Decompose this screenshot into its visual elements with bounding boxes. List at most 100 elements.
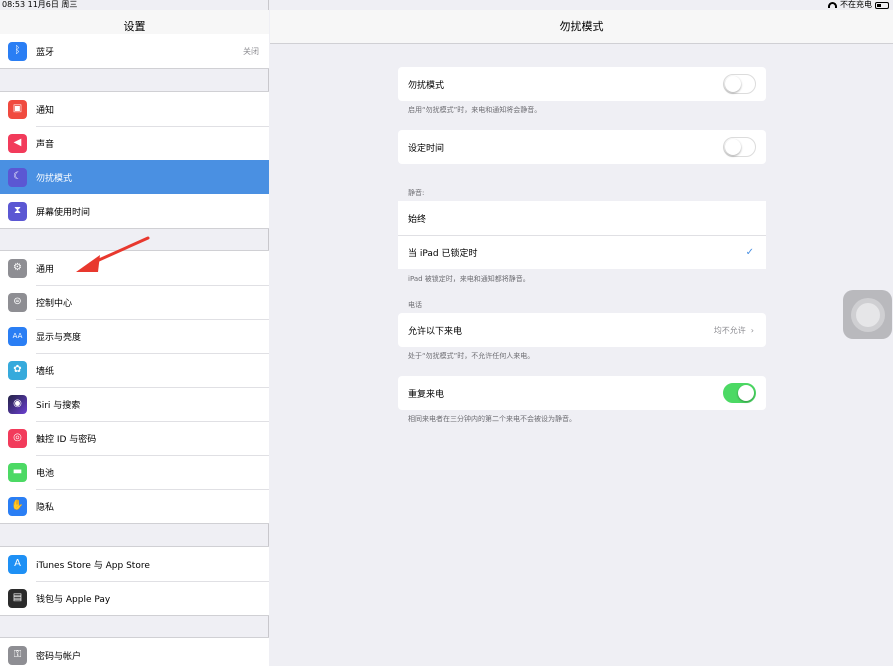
siri-icon: ◉ xyxy=(8,394,27,414)
dnd-row: 勿扰模式 xyxy=(398,67,766,101)
dnd-label: 勿扰模式 xyxy=(408,80,445,91)
sidebar-item-label: 屏幕使用时间 xyxy=(36,207,91,218)
wifi-icon xyxy=(828,2,837,8)
toggle-knob xyxy=(725,76,741,92)
assistive-touch-button[interactable] xyxy=(843,290,892,339)
sidebar-item-value: 关闭 xyxy=(243,46,259,56)
sidebar-group-connectivity: ᛒ 蓝牙 关闭 xyxy=(0,34,269,69)
sidebar-item-do-not-disturb[interactable]: ☾ 勿扰模式 xyxy=(0,160,269,194)
switches-icon: ⊜ xyxy=(8,292,27,312)
fingerprint-icon: ◎ xyxy=(8,428,27,448)
sidebar-group-stores: A iTunes Store 与 App Store ▤ 钱包与 Apple P… xyxy=(0,546,269,616)
repeated-label: 重复来电 xyxy=(408,389,445,400)
allow-calls-row[interactable]: 允许以下来电 均不允许 › xyxy=(398,313,766,347)
battery-status-icon xyxy=(875,1,889,9)
chevron-right-icon: › xyxy=(750,325,754,335)
settings-sidebar: 设置 ᛒ 蓝牙 关闭 ▣ 通知 ◀ 声音 ☾ 勿扰模式 ⧗ 屏幕使用时间 ⚙ 通 xyxy=(0,0,269,666)
charging-status: 不在充电 xyxy=(840,0,872,9)
silence-locked-label: 当 iPad 已锁定时 xyxy=(408,249,478,259)
sidebar-item-label: 通知 xyxy=(36,105,55,116)
phone-section-label: 电话 xyxy=(408,301,422,309)
silence-footnote: iPad 被锁定时，来电和通知都将静音。 xyxy=(408,275,530,283)
wallpaper-icon: ✿ xyxy=(8,360,27,380)
allow-calls-value-wrap: 均不允许 › xyxy=(714,325,754,336)
silence-locked-row[interactable]: 当 iPad 已锁定时 ✓ xyxy=(398,235,766,269)
sidebar-item-wallet[interactable]: ▤ 钱包与 Apple Pay xyxy=(0,581,269,615)
sidebar-item-label: 墙纸 xyxy=(36,366,55,377)
sidebar-item-battery[interactable]: ▬ 电池 xyxy=(0,455,269,489)
sidebar-item-label: 蓝牙 xyxy=(36,47,55,58)
bluetooth-icon: ᛒ xyxy=(8,41,27,61)
status-bar: 08:53 11月6日 周三 不在充电 xyxy=(0,0,893,10)
annotation-arrow xyxy=(76,236,150,272)
moon-icon: ☾ xyxy=(8,167,27,187)
page-title: 勿扰模式 xyxy=(270,10,893,44)
assistive-touch-core xyxy=(855,302,880,327)
sidebar-group-general: ⚙ 通用 ⊜ 控制中心 AA 显示与亮度 ✿ 墙纸 ◉ Siri 与搜索 ◎ 触… xyxy=(0,250,269,524)
dnd-footnote: 启用“勿扰模式”时，来电和通知将会静音。 xyxy=(408,106,542,114)
repeated-footnote: 相同来电者在三分钟内的第二个来电不会被设为静音。 xyxy=(408,415,576,423)
sidebar-item-label: iTunes Store 与 App Store xyxy=(36,560,150,571)
sidebar-item-app-store[interactable]: A iTunes Store 与 App Store xyxy=(0,547,269,581)
notifications-icon: ▣ xyxy=(8,99,27,119)
scheduled-label: 设定时间 xyxy=(408,143,445,154)
display-icon: AA xyxy=(8,326,27,346)
scheduled-toggle[interactable] xyxy=(723,137,756,157)
sidebar-item-control-center[interactable]: ⊜ 控制中心 xyxy=(0,285,269,319)
sidebar-item-label: 勿扰模式 xyxy=(36,173,73,184)
sidebar-item-label: 声音 xyxy=(36,139,55,150)
silence-always-row[interactable]: 始终 xyxy=(398,201,766,235)
phone-card: 允许以下来电 均不允许 › xyxy=(398,313,766,347)
battery-icon: ▬ xyxy=(8,462,27,482)
status-right: 不在充电 xyxy=(828,0,889,10)
status-time-date: 08:53 11月6日 周三 xyxy=(2,0,77,10)
key-icon: ⚿ xyxy=(8,645,27,665)
gear-icon: ⚙ xyxy=(8,258,27,278)
sidebar-item-sound[interactable]: ◀ 声音 xyxy=(0,126,269,160)
sidebar-group-accounts: ⚿ 密码与帐户 xyxy=(0,637,269,666)
sidebar-item-label: 显示与亮度 xyxy=(36,332,82,343)
sidebar-item-bluetooth[interactable]: ᛒ 蓝牙 关闭 xyxy=(0,34,269,68)
dnd-toggle[interactable] xyxy=(723,74,756,94)
sidebar-item-display[interactable]: AA 显示与亮度 xyxy=(0,319,269,353)
sidebar-item-label: 钱包与 Apple Pay xyxy=(36,594,111,605)
allow-calls-value: 均不允许 xyxy=(713,325,746,335)
toggle-knob xyxy=(725,139,741,155)
status-time: 08:53 xyxy=(2,0,26,9)
sidebar-item-label: 触控 ID 与密码 xyxy=(36,434,97,445)
assistive-touch-ring xyxy=(850,297,885,332)
phone-footnote: 处于“勿扰模式”时，不允许任何人来电。 xyxy=(408,352,535,360)
detail-pane: 勿扰模式 勿扰模式 启用“勿扰模式”时，来电和通知将会静音。 设定时间 静音: … xyxy=(270,0,893,666)
sound-icon: ◀ xyxy=(8,133,27,153)
sidebar-item-privacy[interactable]: ✋ 隐私 xyxy=(0,489,269,523)
appstore-icon: A xyxy=(8,554,27,574)
silence-card: 始终 当 iPad 已锁定时 ✓ xyxy=(398,201,766,269)
dnd-card: 勿扰模式 xyxy=(398,67,766,101)
sidebar-item-wallpaper[interactable]: ✿ 墙纸 xyxy=(0,353,269,387)
status-date: 11月6日 周三 xyxy=(27,0,78,9)
sidebar-item-label: 隐私 xyxy=(36,502,55,513)
silence-always-label: 始终 xyxy=(408,214,427,225)
allow-calls-label: 允许以下来电 xyxy=(408,326,463,337)
scheduled-card: 设定时间 xyxy=(398,130,766,164)
sidebar-item-label: Siri 与搜索 xyxy=(36,400,81,411)
sidebar-item-screen-time[interactable]: ⧗ 屏幕使用时间 xyxy=(0,194,269,228)
sidebar-item-label: 电池 xyxy=(36,468,55,479)
sidebar-item-label: 密码与帐户 xyxy=(36,651,82,662)
toggle-knob xyxy=(738,385,754,401)
hourglass-icon: ⧗ xyxy=(8,201,27,221)
wallet-icon: ▤ xyxy=(8,588,27,608)
repeated-toggle[interactable] xyxy=(723,383,756,403)
sidebar-item-touch-id[interactable]: ◎ 触控 ID 与密码 xyxy=(0,421,269,455)
checkmark-icon: ✓ xyxy=(745,247,754,258)
sidebar-group-notifications: ▣ 通知 ◀ 声音 ☾ 勿扰模式 ⧗ 屏幕使用时间 xyxy=(0,91,269,229)
repeated-card: 重复来电 xyxy=(398,376,766,410)
sidebar-item-passwords[interactable]: ⚿ 密码与帐户 xyxy=(0,638,269,666)
scheduled-row: 设定时间 xyxy=(398,130,766,164)
sidebar-item-label: 控制中心 xyxy=(36,298,73,309)
repeated-row: 重复来电 xyxy=(398,376,766,410)
hand-icon: ✋ xyxy=(8,496,27,516)
sidebar-item-siri[interactable]: ◉ Siri 与搜索 xyxy=(0,387,269,421)
sidebar-item-notifications[interactable]: ▣ 通知 xyxy=(0,92,269,126)
silence-section-label: 静音: xyxy=(408,189,425,197)
